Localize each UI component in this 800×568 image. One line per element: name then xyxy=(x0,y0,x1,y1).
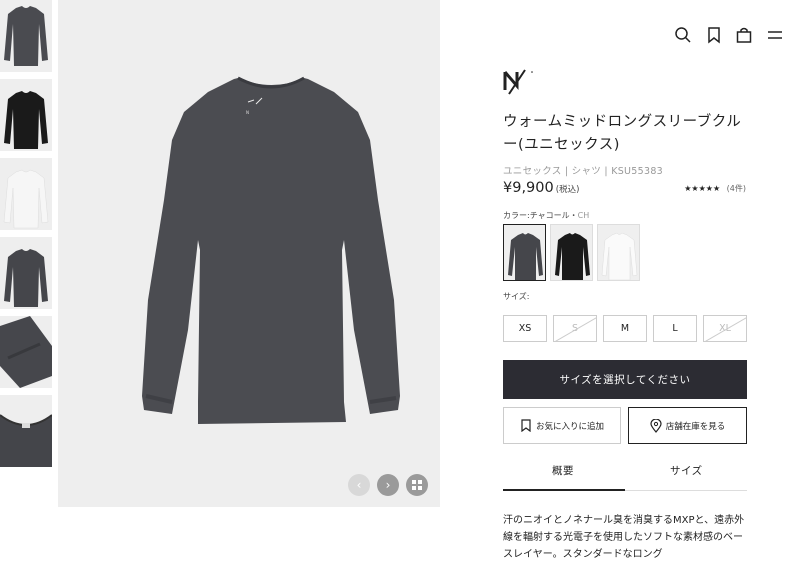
grid-icon xyxy=(412,480,422,490)
location-pin-icon xyxy=(650,418,662,433)
chevron-left-icon: ‹ xyxy=(356,478,362,492)
main-product-image[interactable]: N ‹ › xyxy=(58,0,440,507)
search-icon xyxy=(675,27,691,43)
grid-view-button[interactable] xyxy=(406,474,428,496)
size-s-button[interactable]: S xyxy=(553,315,597,342)
rating-stars: ★★★★★ xyxy=(684,184,721,193)
price-value: ¥9,900 xyxy=(503,180,554,196)
thumbnail-list xyxy=(0,0,52,474)
tab-overview[interactable]: 概要 xyxy=(552,463,574,478)
cart-button[interactable] xyxy=(735,26,753,44)
bag-icon xyxy=(736,27,752,43)
thumbnail-sleeve-detail[interactable] xyxy=(0,316,52,388)
menu-icon xyxy=(768,31,782,39)
color-label-text: カラー:チャコール・ xyxy=(503,211,578,220)
prev-image-button[interactable]: ‹ xyxy=(348,474,370,496)
product-price: ¥9,900 (税込) xyxy=(503,180,579,196)
menu-button[interactable] xyxy=(766,26,784,44)
color-swatch-charcoal[interactable] xyxy=(503,224,546,281)
rating-count: (4件) xyxy=(726,184,746,193)
size-m-button[interactable]: M xyxy=(603,315,647,342)
bookmark-icon xyxy=(708,27,720,44)
store-stock-label: 店舗在庫を見る xyxy=(665,421,726,432)
color-swatch-black[interactable] xyxy=(550,224,593,281)
product-description: 汗のニオイとノネナール臭を消臭するMXPと、遠赤外線を輻射する光電子を使用したソ… xyxy=(503,515,745,560)
chevron-right-icon: › xyxy=(385,478,391,492)
product-meta: ユニセックス | シャツ | KSU55383 xyxy=(503,166,664,177)
size-label: サイズ: xyxy=(503,292,530,301)
product-page: N ‹ › ウォームミッドロングスリーブクルー(ユニセックス) ユニセックス |… xyxy=(0,0,800,568)
add-favorite-button[interactable]: お気に入りに追加 xyxy=(503,407,621,444)
bookmark-button[interactable] xyxy=(705,26,723,44)
color-label: カラー:チャコール・CH xyxy=(503,210,589,221)
color-swatch-white[interactable] xyxy=(597,224,640,281)
product-title: ウォームミッドロングスリーブクルー(ユニセックス) xyxy=(503,114,742,153)
thumbnail-charcoal-front[interactable] xyxy=(0,0,52,72)
color-value: CH xyxy=(577,211,590,220)
bookmark-icon xyxy=(521,419,531,432)
next-image-button[interactable]: › xyxy=(377,474,399,496)
size-xs-button[interactable]: XS xyxy=(503,315,547,342)
thumbnail-charcoal-front-2[interactable] xyxy=(0,237,52,309)
store-stock-button[interactable]: 店舗在庫を見る xyxy=(628,407,747,444)
tab-size[interactable]: サイズ xyxy=(670,463,703,478)
select-size-button[interactable]: サイズを選択してください xyxy=(503,360,747,399)
tab-active-indicator xyxy=(503,489,625,491)
thumbnail-black-front[interactable] xyxy=(0,79,52,151)
shirt-image: N xyxy=(142,76,400,424)
rating[interactable]: ★★★★★ (4件) xyxy=(684,183,746,194)
tax-label: (税込) xyxy=(555,185,580,195)
size-xl-button[interactable]: XL xyxy=(703,315,747,342)
svg-text:N: N xyxy=(246,110,249,115)
thumbnail-white-front[interactable] xyxy=(0,158,52,230)
thumbnail-neck-detail[interactable] xyxy=(0,395,52,467)
size-l-button[interactable]: L xyxy=(653,315,697,342)
brand-logo xyxy=(503,69,533,95)
add-favorite-label: お気に入りに追加 xyxy=(535,421,604,432)
search-button[interactable] xyxy=(674,26,692,44)
